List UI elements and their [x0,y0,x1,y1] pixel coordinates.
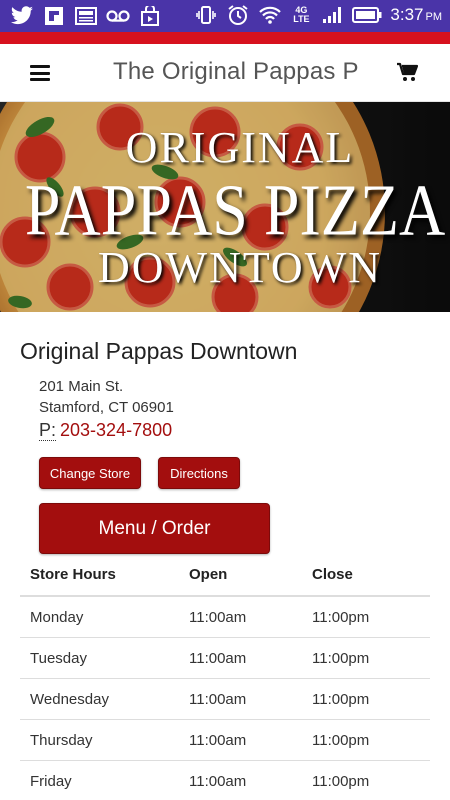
phone-prefix: P: [39,420,57,441]
close-cell: 11:00pm [312,691,370,708]
system-icons: 4G LTE 3:37 PM [194,4,442,26]
open-cell: 11:00am [189,650,247,667]
day-cell: Wednesday [30,691,109,708]
day-cell: Monday [30,609,84,626]
vibrate-icon [194,4,218,26]
open-cell: 11:00am [189,609,247,626]
signal-icon [320,4,344,26]
store-hours-table: Store Hours Open Close Monday 11:00am 11… [20,562,430,800]
flipboard-icon [42,5,66,27]
close-cell: 11:00pm [312,650,370,667]
banner-line-2: PAPPAS PIZZA [24,169,446,251]
table-row: Thursday 11:00am 11:00pm [20,720,430,761]
table-row: Friday 11:00am 11:00pm [20,761,430,800]
header-store-hours: Store Hours [30,566,116,583]
directions-button[interactable]: Directions [158,457,240,489]
network-type-icon: 4G LTE [290,4,312,26]
menu-order-button[interactable]: Menu / Order [39,503,270,554]
day-cell: Thursday [30,732,93,749]
table-row: Wednesday 11:00am 11:00pm [20,679,430,720]
table-header: Store Hours Open Close [20,562,430,597]
day-cell: Friday [30,773,72,790]
news-icon [74,5,98,27]
open-cell: 11:00am [189,773,247,790]
banner-line-1: ORIGINAL [125,123,355,172]
voicemail-icon [106,5,130,27]
table-row: Tuesday 11:00am 11:00pm [20,638,430,679]
address-line-1: 201 Main St. [39,378,124,395]
site-title[interactable]: The Original Pappas Pi [113,58,358,86]
network-label: 4G LTE [293,5,310,24]
banner-line-3: DOWNTOWN [97,243,383,292]
phone-link[interactable]: 203-324-7800 [60,420,172,440]
alarm-icon [226,4,250,26]
header-open: Open [189,566,228,583]
clock-ampm: PM [425,11,443,23]
status-bar: 4G LTE 3:37 PM [0,0,450,32]
store-name: Original Pappas Downtown [20,338,298,364]
notification-icons [10,5,162,27]
open-cell: 11:00am [189,732,247,749]
battery-icon [352,4,382,26]
table-row: Monday 11:00am 11:00pm [20,597,430,638]
app-header: The Original Pappas Pi [0,44,450,102]
day-cell: Tuesday [30,650,87,667]
close-cell: 11:00pm [312,773,370,790]
change-store-button[interactable]: Change Store [39,457,141,489]
store-banner: ORIGINAL PAPPAS PIZZA DOWNTOWN [0,102,450,312]
accent-strip [0,32,450,44]
store-icon [138,5,162,27]
wifi-icon [258,4,282,26]
phone: P: 203-324-7800 [39,420,172,441]
twitter-icon [10,5,34,27]
close-cell: 11:00pm [312,609,370,626]
hamburger-menu-icon[interactable] [30,65,50,81]
address-line-2: Stamford, CT 06901 [39,399,174,416]
header-close: Close [312,566,353,583]
close-cell: 11:00pm [312,732,370,749]
open-cell: 11:00am [189,691,247,708]
clock-time: 3:37 [390,5,424,24]
clock: 3:37 PM [390,5,442,25]
banner-title: ORIGINAL PAPPAS PIZZA DOWNTOWN [0,102,450,312]
shopping-cart-icon[interactable] [396,62,420,84]
